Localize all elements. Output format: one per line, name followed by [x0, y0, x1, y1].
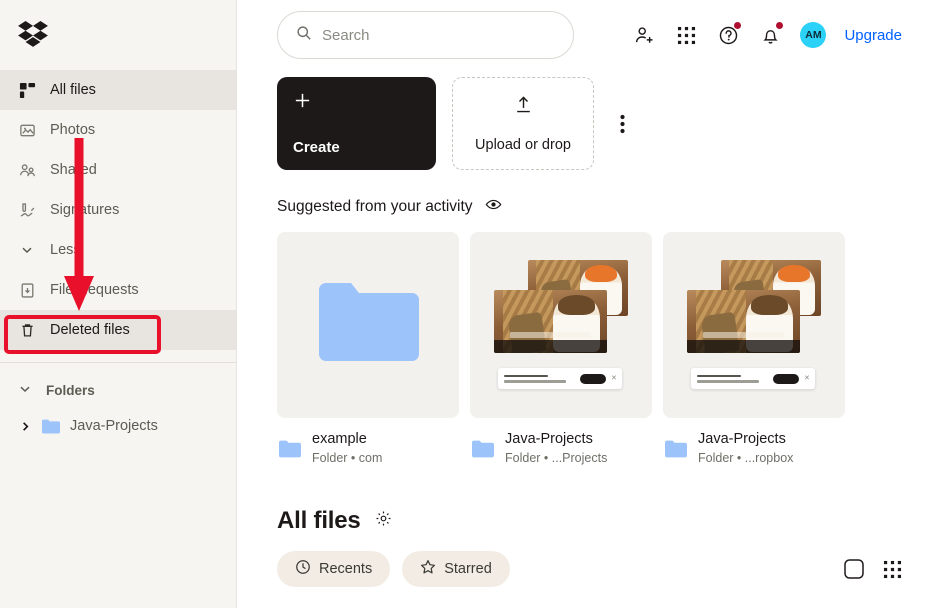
help-icon[interactable] [716, 22, 742, 47]
create-button-label: Create [293, 139, 340, 156]
search-icon [296, 25, 312, 46]
folder-graphic [319, 282, 419, 362]
sidebar-item-file-requests[interactable]: File Requests [0, 270, 236, 310]
trash-icon [18, 321, 36, 339]
upgrade-link[interactable]: Upgrade [844, 27, 902, 44]
kebab-menu-icon[interactable] [610, 106, 634, 142]
sidebar-item-label: All files [50, 81, 96, 98]
folder-icon [279, 440, 301, 458]
card-thumbnail [277, 232, 459, 418]
view-toggles [843, 558, 902, 580]
folder-icon [665, 440, 687, 458]
grid-view-toggle[interactable] [883, 560, 902, 579]
sidebar-tree-item-java-projects[interactable]: Java-Projects [0, 407, 236, 445]
notification-badge [734, 22, 742, 29]
notifications-icon[interactable] [758, 22, 784, 47]
folder-icon [472, 440, 494, 458]
card-name: Java-Projects [698, 431, 786, 447]
suggested-cards: example Folder • com ✕ Java-Projects Fol… [237, 218, 926, 467]
sidebar-item-label: Signatures [50, 201, 120, 218]
sidebar-item-label: Shared [50, 161, 97, 178]
chevron-right-icon[interactable] [18, 421, 32, 432]
action-row: Create Upload or drop [237, 70, 926, 170]
card-thumbnail: ✕ [470, 232, 652, 418]
sidebar-item-label: Less [50, 241, 81, 258]
gear-icon[interactable] [375, 510, 392, 532]
sidebar-item-deleted-files[interactable]: Deleted files [0, 310, 236, 350]
sidebar-item-label: File Requests [50, 281, 139, 298]
card-subtitle: Folder • ...ropbox [698, 451, 794, 466]
card-name: Java-Projects [505, 431, 593, 447]
sidebar-item-photos[interactable]: Photos [0, 110, 236, 150]
chevron-down-icon [18, 382, 32, 399]
upload-arrow-icon [513, 94, 534, 120]
main-content: AM Upgrade Create Upload [237, 0, 926, 608]
screenshot-preview-front [687, 290, 800, 353]
search-box[interactable] [277, 11, 574, 59]
filter-starred[interactable]: Starred [402, 551, 510, 587]
suggested-card[interactable]: ✕ Java-Projects Folder • ...ropbox [663, 232, 845, 467]
card-thumbnail: ✕ [663, 232, 845, 418]
sidebar-tree-item-label: Java-Projects [70, 418, 158, 434]
eye-icon[interactable] [485, 196, 502, 218]
page-title: All files [277, 507, 361, 534]
sidebar: All files Photos Shared Signatures Less … [0, 0, 237, 608]
search-input[interactable] [322, 26, 532, 44]
screenshot-preview-front [494, 290, 607, 353]
filter-label: Recents [319, 561, 373, 577]
suggested-card[interactable]: ✕ Java-Projects Folder • ...Projects [470, 232, 652, 467]
plus-icon [293, 91, 420, 115]
filter-recents[interactable]: Recents [277, 551, 391, 587]
card-name: example [312, 431, 367, 447]
sidebar-item-less[interactable]: Less [0, 230, 236, 270]
photos-icon [18, 121, 36, 139]
suggested-header: Suggested from your activity [237, 170, 926, 218]
clock-icon [295, 559, 311, 579]
file-request-icon [18, 281, 36, 299]
dropbox-app: All files Photos Shared Signatures Less … [0, 0, 926, 608]
sidebar-section-label: Folders [46, 382, 95, 398]
suggested-card[interactable]: example Folder • com [277, 232, 459, 467]
top-bar: AM Upgrade [237, 0, 926, 70]
invite-members-icon[interactable] [632, 23, 656, 47]
sidebar-item-all-files[interactable]: All files [0, 70, 236, 110]
shared-icon [18, 161, 36, 179]
card-meta: Java-Projects Folder • ...Projects [470, 418, 652, 467]
all-files-icon [18, 81, 36, 99]
upload-button-label: Upload or drop [475, 137, 571, 153]
apps-grid-icon[interactable] [674, 23, 698, 47]
list-view-toggle[interactable] [843, 558, 865, 580]
notification-preview: ✕ [691, 368, 815, 389]
filter-label: Starred [444, 561, 492, 577]
card-meta: example Folder • com [277, 418, 459, 467]
suggested-title: Suggested from your activity [277, 198, 473, 215]
upload-button[interactable]: Upload or drop [452, 77, 594, 170]
top-bar-actions: AM Upgrade [632, 22, 902, 48]
sidebar-section-folders[interactable]: Folders [0, 373, 236, 407]
all-files-header: All files [237, 467, 926, 535]
card-meta: Java-Projects Folder • ...ropbox [663, 418, 845, 467]
filters-row: Recents Starred [237, 535, 926, 587]
notification-badge [776, 22, 784, 29]
avatar[interactable]: AM [800, 22, 827, 48]
sidebar-item-signatures[interactable]: Signatures [0, 190, 236, 230]
folder-icon [42, 419, 60, 434]
chevron-down-icon [18, 241, 36, 259]
sidebar-item-label: Photos [50, 121, 96, 138]
sidebar-item-shared[interactable]: Shared [0, 150, 236, 190]
sidebar-divider [0, 362, 236, 363]
logo-row [0, 0, 236, 70]
signatures-icon [18, 201, 36, 219]
notification-preview: ✕ [498, 368, 622, 389]
card-subtitle: Folder • com [312, 451, 383, 466]
create-button[interactable]: Create [277, 77, 436, 170]
file-table-header: Name [237, 587, 926, 608]
sidebar-item-label: Deleted files [50, 321, 130, 338]
dropbox-logo[interactable] [18, 21, 48, 49]
star-icon [420, 559, 436, 579]
card-subtitle: Folder • ...Projects [505, 451, 608, 466]
